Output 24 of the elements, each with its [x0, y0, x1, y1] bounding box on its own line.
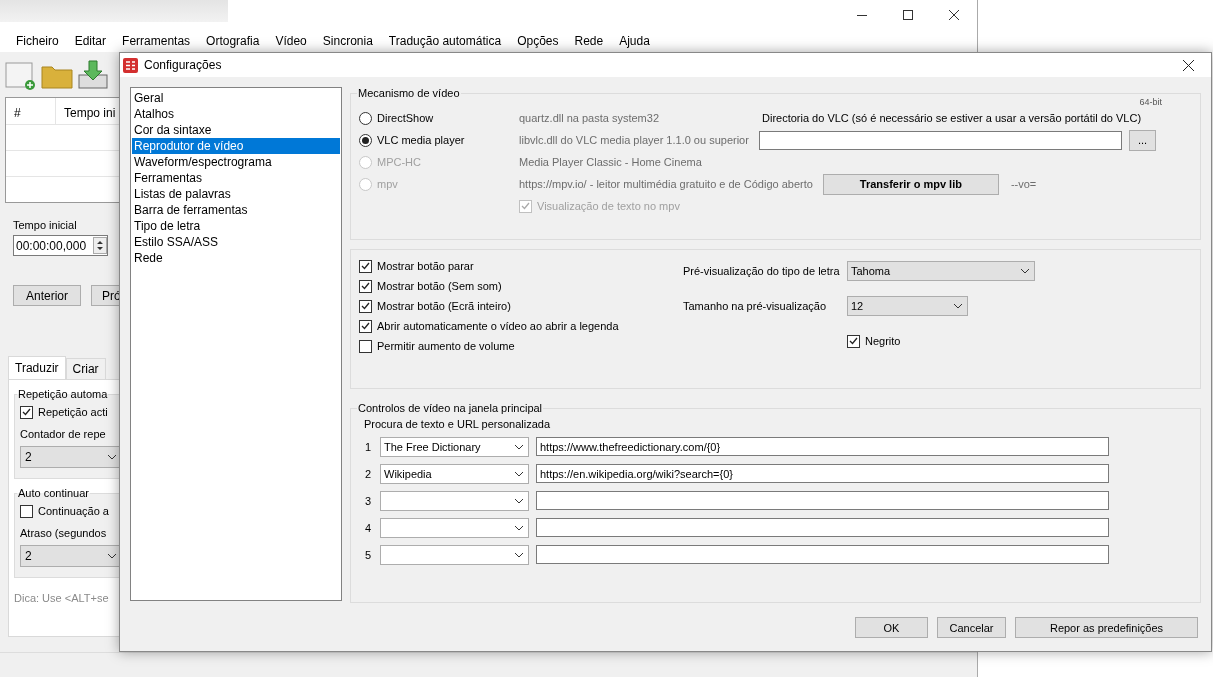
field-label: Tempo inicial: [13, 219, 77, 231]
engine-description: quartz.dll na pasta system32: [519, 112, 661, 124]
row-number: 5: [365, 548, 373, 561]
row-number: 1: [365, 440, 373, 453]
field-label: Pré-visualização do tipo de letra: [683, 264, 841, 277]
bitness-label: 64-bit: [1139, 97, 1162, 107]
hint-text: Dica: Use <ALT+se: [14, 592, 109, 604]
section-label: Procura de texto e URL personalizada: [364, 418, 552, 430]
vlc-folder-label: Directoria do VLC (só é necessário se estiver a usar a versão portátil do VLC): [761, 112, 1142, 124]
row-number: 3: [365, 494, 373, 507]
engine-description: Media Player Classic - Home Cinema: [519, 156, 703, 168]
field-label: Contador de repe: [20, 428, 106, 440]
row-number: 2: [365, 467, 373, 480]
group-title: Auto continuar: [17, 487, 90, 499]
group-title: Mecanismo de vídeo: [357, 87, 461, 99]
engine-description: https://mpv.io/ - leitor multimédia gratuito e de Código aberto: [519, 178, 813, 190]
group-title: Repetição automa: [17, 388, 109, 400]
field-label: Atraso (segundos: [20, 527, 107, 539]
group-title: Controlos de vídeo na janela principal: [357, 402, 544, 414]
engine-description: libvlc.dll do VLC media player 1.1.0 ou superior: [519, 134, 750, 146]
vo-label: --vo=: [1010, 178, 1037, 190]
field-label: Tamanho na pré-visualização: [683, 300, 828, 312]
dialog-title: Configurações: [144, 58, 223, 72]
row-number: 4: [365, 521, 373, 534]
